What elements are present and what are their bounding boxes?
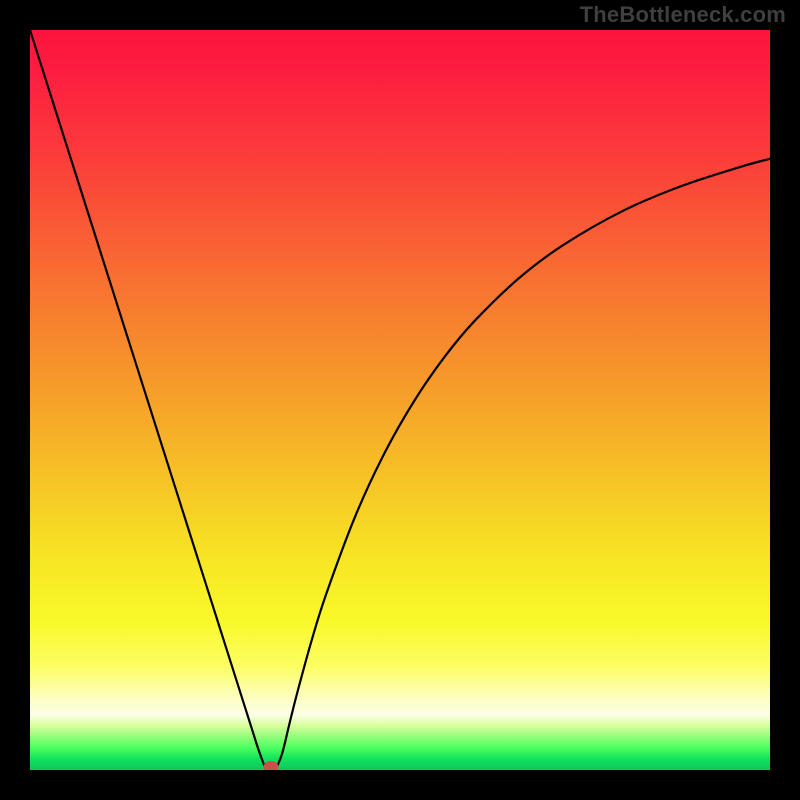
chart-frame: TheBottleneck.com xyxy=(0,0,800,800)
watermark-text: TheBottleneck.com xyxy=(580,2,786,28)
curve-layer xyxy=(30,30,770,770)
bottleneck-curve xyxy=(30,30,770,770)
optimal-point-marker xyxy=(263,761,278,770)
plot-area xyxy=(30,30,770,770)
